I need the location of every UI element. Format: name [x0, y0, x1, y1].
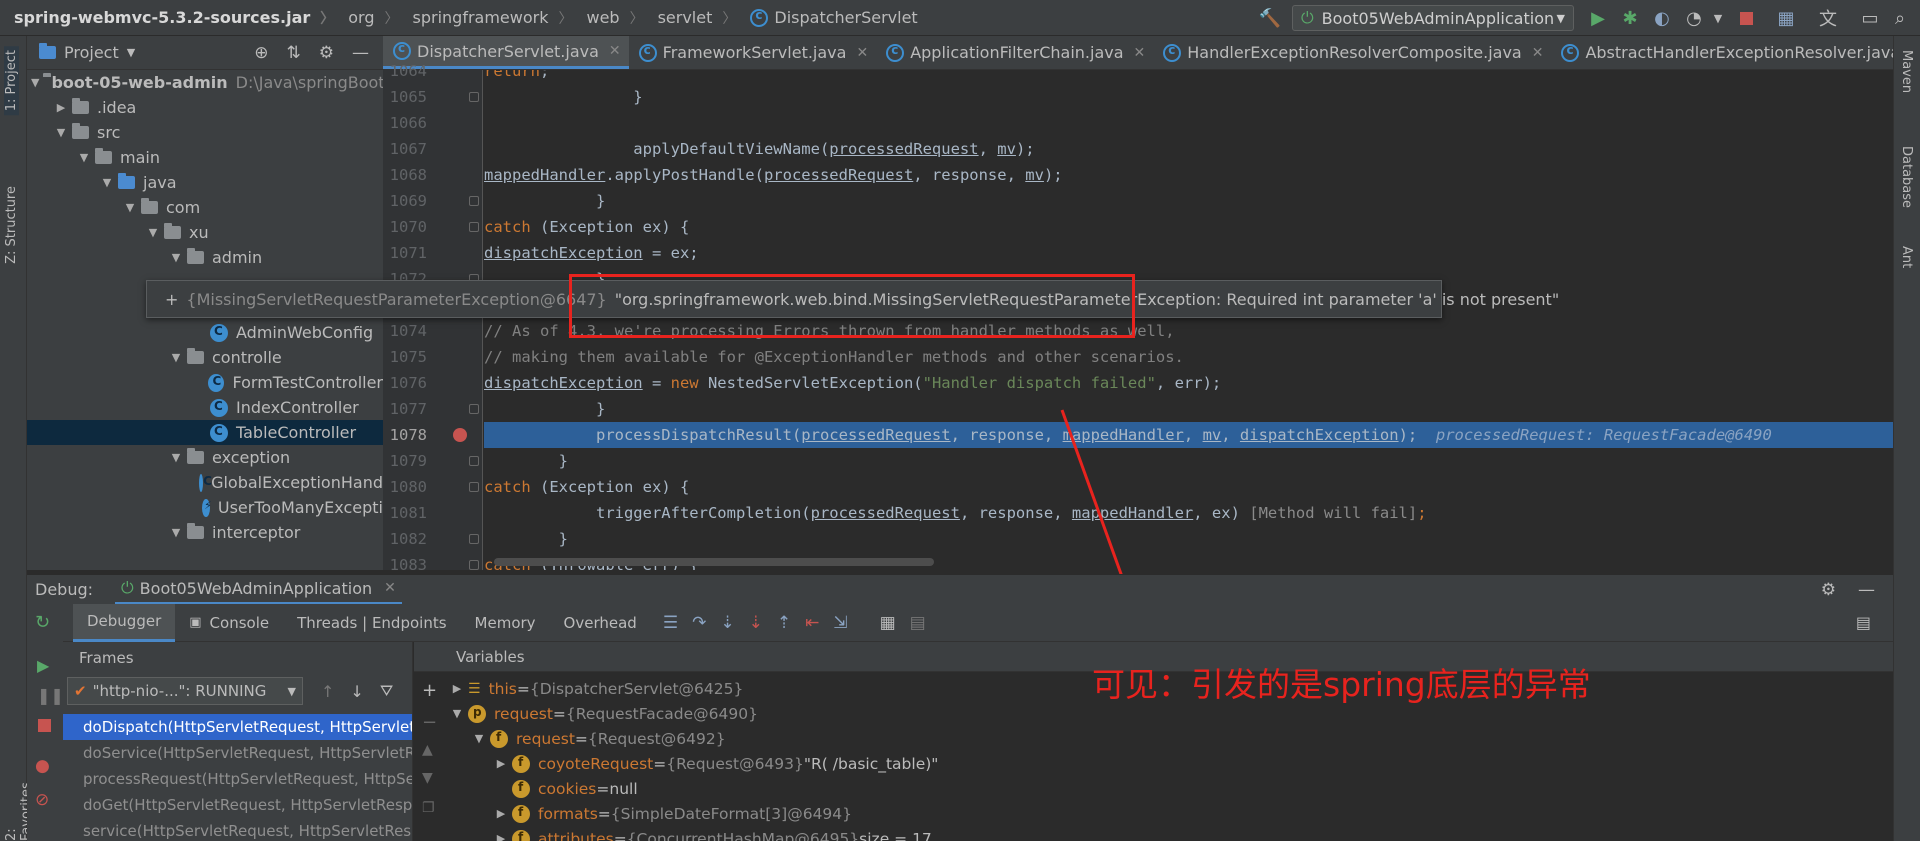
console-icon: ▣	[189, 615, 202, 630]
thread-label: "http-nio-...": RUNNING	[92, 682, 267, 700]
chevron-right-icon[interactable]: ▶	[494, 757, 508, 770]
chevron-right-icon[interactable]: ▶	[450, 682, 464, 695]
copy-icon[interactable]: ❐	[422, 800, 435, 816]
thread-select[interactable]: ✔ "http-nio-...": RUNNING ▼	[67, 677, 303, 705]
add-watch-icon[interactable]: +	[422, 680, 437, 701]
debug-actions: ↻ ▶ ❚❚ ● ⊘	[27, 604, 64, 841]
frames-title: Frames	[79, 649, 134, 667]
debug-session-tab[interactable]: ⏻ Boot05WebAdminApplication ✕	[115, 575, 402, 605]
variable-name: cookies	[538, 779, 597, 798]
equals-sign: =	[516, 679, 530, 698]
variable-name: attributes	[538, 829, 614, 841]
filter-icon[interactable]: ⛛	[380, 681, 393, 701]
equals-sign: =	[596, 779, 610, 798]
tab-console-label: Console	[209, 613, 270, 632]
field-icon	[512, 829, 530, 841]
chevron-right-icon[interactable]: ▶	[494, 832, 508, 841]
minimize-icon[interactable]: —	[1858, 580, 1875, 600]
variable-row[interactable]: ▶ formats = {SimpleDateFormat[3]@6494}	[450, 801, 1893, 826]
step-out-icon[interactable]: ⇡	[777, 613, 791, 633]
mute-breakpoints-icon[interactable]: ⊘	[35, 790, 49, 810]
variable-ref: {Request@6492}	[587, 729, 726, 748]
pause-icon[interactable]: ❚❚	[37, 686, 64, 705]
variable-ref: {ConcurrentHashMap@6495}	[626, 829, 860, 841]
frames-list-icon[interactable]: ☰	[663, 613, 678, 633]
object-stack-icon: ☰	[468, 680, 481, 697]
drop-frame-icon[interactable]: ⇤	[805, 613, 819, 633]
arrow-up-icon[interactable]: ▲	[422, 742, 433, 758]
stack-frame[interactable]: doGet(HttpServletRequest, HttpServletRes…	[63, 792, 412, 818]
equals-sign: =	[613, 829, 627, 841]
stack-frame[interactable]: service(HttpServletRequest, HttpServletR…	[63, 818, 412, 841]
variable-row[interactable]: cookies = null	[450, 776, 1893, 801]
frames-panel: Frames ✔ "http-nio-...": RUNNING ▼ ↑ ↓ ⛛…	[63, 642, 413, 841]
variable-row[interactable]: ▶ attributes = {ConcurrentHashMap@6495} s…	[450, 826, 1893, 841]
close-icon[interactable]: ✕	[384, 580, 396, 596]
debug-tabs: Debugger ▣ Console Threads | Endpoints Me…	[27, 603, 1893, 642]
rerun-icon[interactable]: ↻	[35, 612, 50, 633]
evaluate-icon[interactable]: ▦	[880, 613, 896, 633]
field-icon	[512, 804, 530, 823]
field-icon	[512, 754, 530, 773]
stack-frame[interactable]: doDispatch(HttpServletRequest, HttpServl…	[63, 714, 412, 740]
run-to-cursor-icon[interactable]: ⇲	[833, 613, 847, 633]
variable-row[interactable]: ▼ request = {Request@6492}	[450, 726, 1893, 751]
layout-icon[interactable]: ▤	[1856, 613, 1871, 632]
field-icon	[512, 779, 530, 798]
parameter-icon	[468, 704, 486, 723]
chevron-down-icon[interactable]: ▼	[450, 707, 464, 720]
variable-value: null	[609, 779, 638, 798]
debug-label: Debug:	[35, 580, 94, 599]
equals-sign: =	[597, 804, 611, 823]
variable-name: this	[488, 679, 517, 698]
frames-list: doDispatch(HttpServletRequest, HttpServl…	[63, 714, 412, 841]
variable-name: request	[516, 729, 575, 748]
chevron-down-icon: ▼	[287, 684, 296, 698]
equals-sign: =	[574, 729, 588, 748]
variable-name: coyoteRequest	[538, 754, 654, 773]
arrow-down-icon[interactable]: ↓	[350, 682, 363, 701]
stop-icon[interactable]	[38, 717, 51, 736]
variable-ref: {SimpleDateFormat[3]@6494}	[610, 804, 853, 823]
debug-header: Debug: ⏻ Boot05WebAdminApplication ✕ ⚙ —	[27, 574, 1893, 605]
trace-icon[interactable]: ▤	[910, 613, 926, 633]
remove-watch-icon[interactable]: −	[422, 712, 437, 733]
variable-value: "R( /basic_table)"	[803, 754, 939, 773]
arrow-down-icon[interactable]: ▼	[422, 770, 433, 786]
resume-icon[interactable]: ▶	[37, 656, 49, 675]
field-icon	[490, 729, 508, 748]
step-over-icon[interactable]: ↷	[692, 613, 706, 633]
variable-name: request	[494, 704, 553, 723]
stack-frame[interactable]: processRequest(HttpServletRequest, HttpS…	[63, 766, 412, 792]
step-into-icon[interactable]: ⇣	[720, 613, 734, 633]
variable-name: formats	[538, 804, 598, 823]
debug-session-label: Boot05WebAdminApplication	[139, 578, 373, 598]
tab-console[interactable]: ▣ Console	[175, 604, 283, 642]
tab-overhead[interactable]: Overhead	[550, 604, 651, 642]
spring-boot-icon: ⏻	[121, 578, 134, 597]
chevron-right-icon[interactable]: ▶	[494, 807, 508, 820]
chevron-down-icon[interactable]: ▼	[472, 732, 486, 745]
variable-value: size = 17	[859, 829, 932, 841]
variable-ref: {DispatcherServlet@6425}	[529, 679, 744, 698]
variable-row[interactable]: ▶ coyoteRequest = {Request@6493} "R( /bas…	[450, 751, 1893, 776]
breakpoints-icon[interactable]: ●	[35, 756, 50, 776]
variable-ref: {Request@6493}	[666, 754, 804, 773]
annotation-text: 可见：引发的是spring底层的异常	[1092, 665, 1591, 704]
arrow-up-icon[interactable]: ↑	[321, 682, 334, 701]
equals-sign: =	[552, 704, 566, 723]
stack-frame[interactable]: doService(HttpServletRequest, HttpServle…	[63, 740, 412, 766]
tab-debugger[interactable]: Debugger	[73, 603, 176, 642]
force-step-into-icon[interactable]: ⇣	[749, 613, 763, 633]
equals-sign: =	[653, 754, 667, 773]
tab-memory[interactable]: Memory	[461, 604, 550, 642]
check-icon: ✔	[74, 682, 87, 700]
tab-threads[interactable]: Threads | Endpoints	[283, 604, 460, 642]
gear-icon[interactable]: ⚙	[1821, 580, 1836, 600]
variable-ref: {RequestFacade@6490}	[565, 704, 758, 723]
